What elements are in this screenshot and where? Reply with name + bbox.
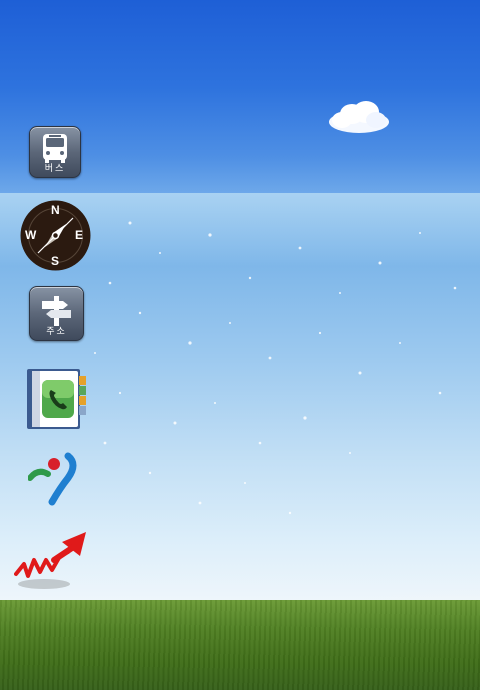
signpost-icon (42, 296, 71, 326)
bus-tile: 버스 (29, 126, 81, 178)
compass-s: S (51, 254, 60, 268)
grass (0, 600, 480, 690)
bus-app[interactable]: 버스 (29, 126, 81, 178)
compass-w: W (25, 228, 37, 242)
phone-book-icon (27, 369, 86, 429)
stocks-app[interactable] (14, 530, 90, 590)
cloud-icon (329, 101, 389, 133)
seoul-logo-icon (28, 452, 77, 506)
stock-chart-icon (14, 532, 86, 589)
seoul-app[interactable] (28, 450, 80, 506)
contacts-app[interactable] (26, 368, 88, 430)
address-app[interactable]: 주소 (29, 286, 84, 341)
address-tile: 주소 (29, 286, 84, 341)
compass-app[interactable]: N E S W (18, 198, 93, 273)
bus-label: 버스 (44, 164, 66, 174)
compass-n: N (51, 203, 60, 217)
compass-e: E (75, 228, 84, 242)
app-dock: 버스 N E S W 주소 (0, 0, 100, 600)
address-label: 주소 (46, 327, 67, 337)
